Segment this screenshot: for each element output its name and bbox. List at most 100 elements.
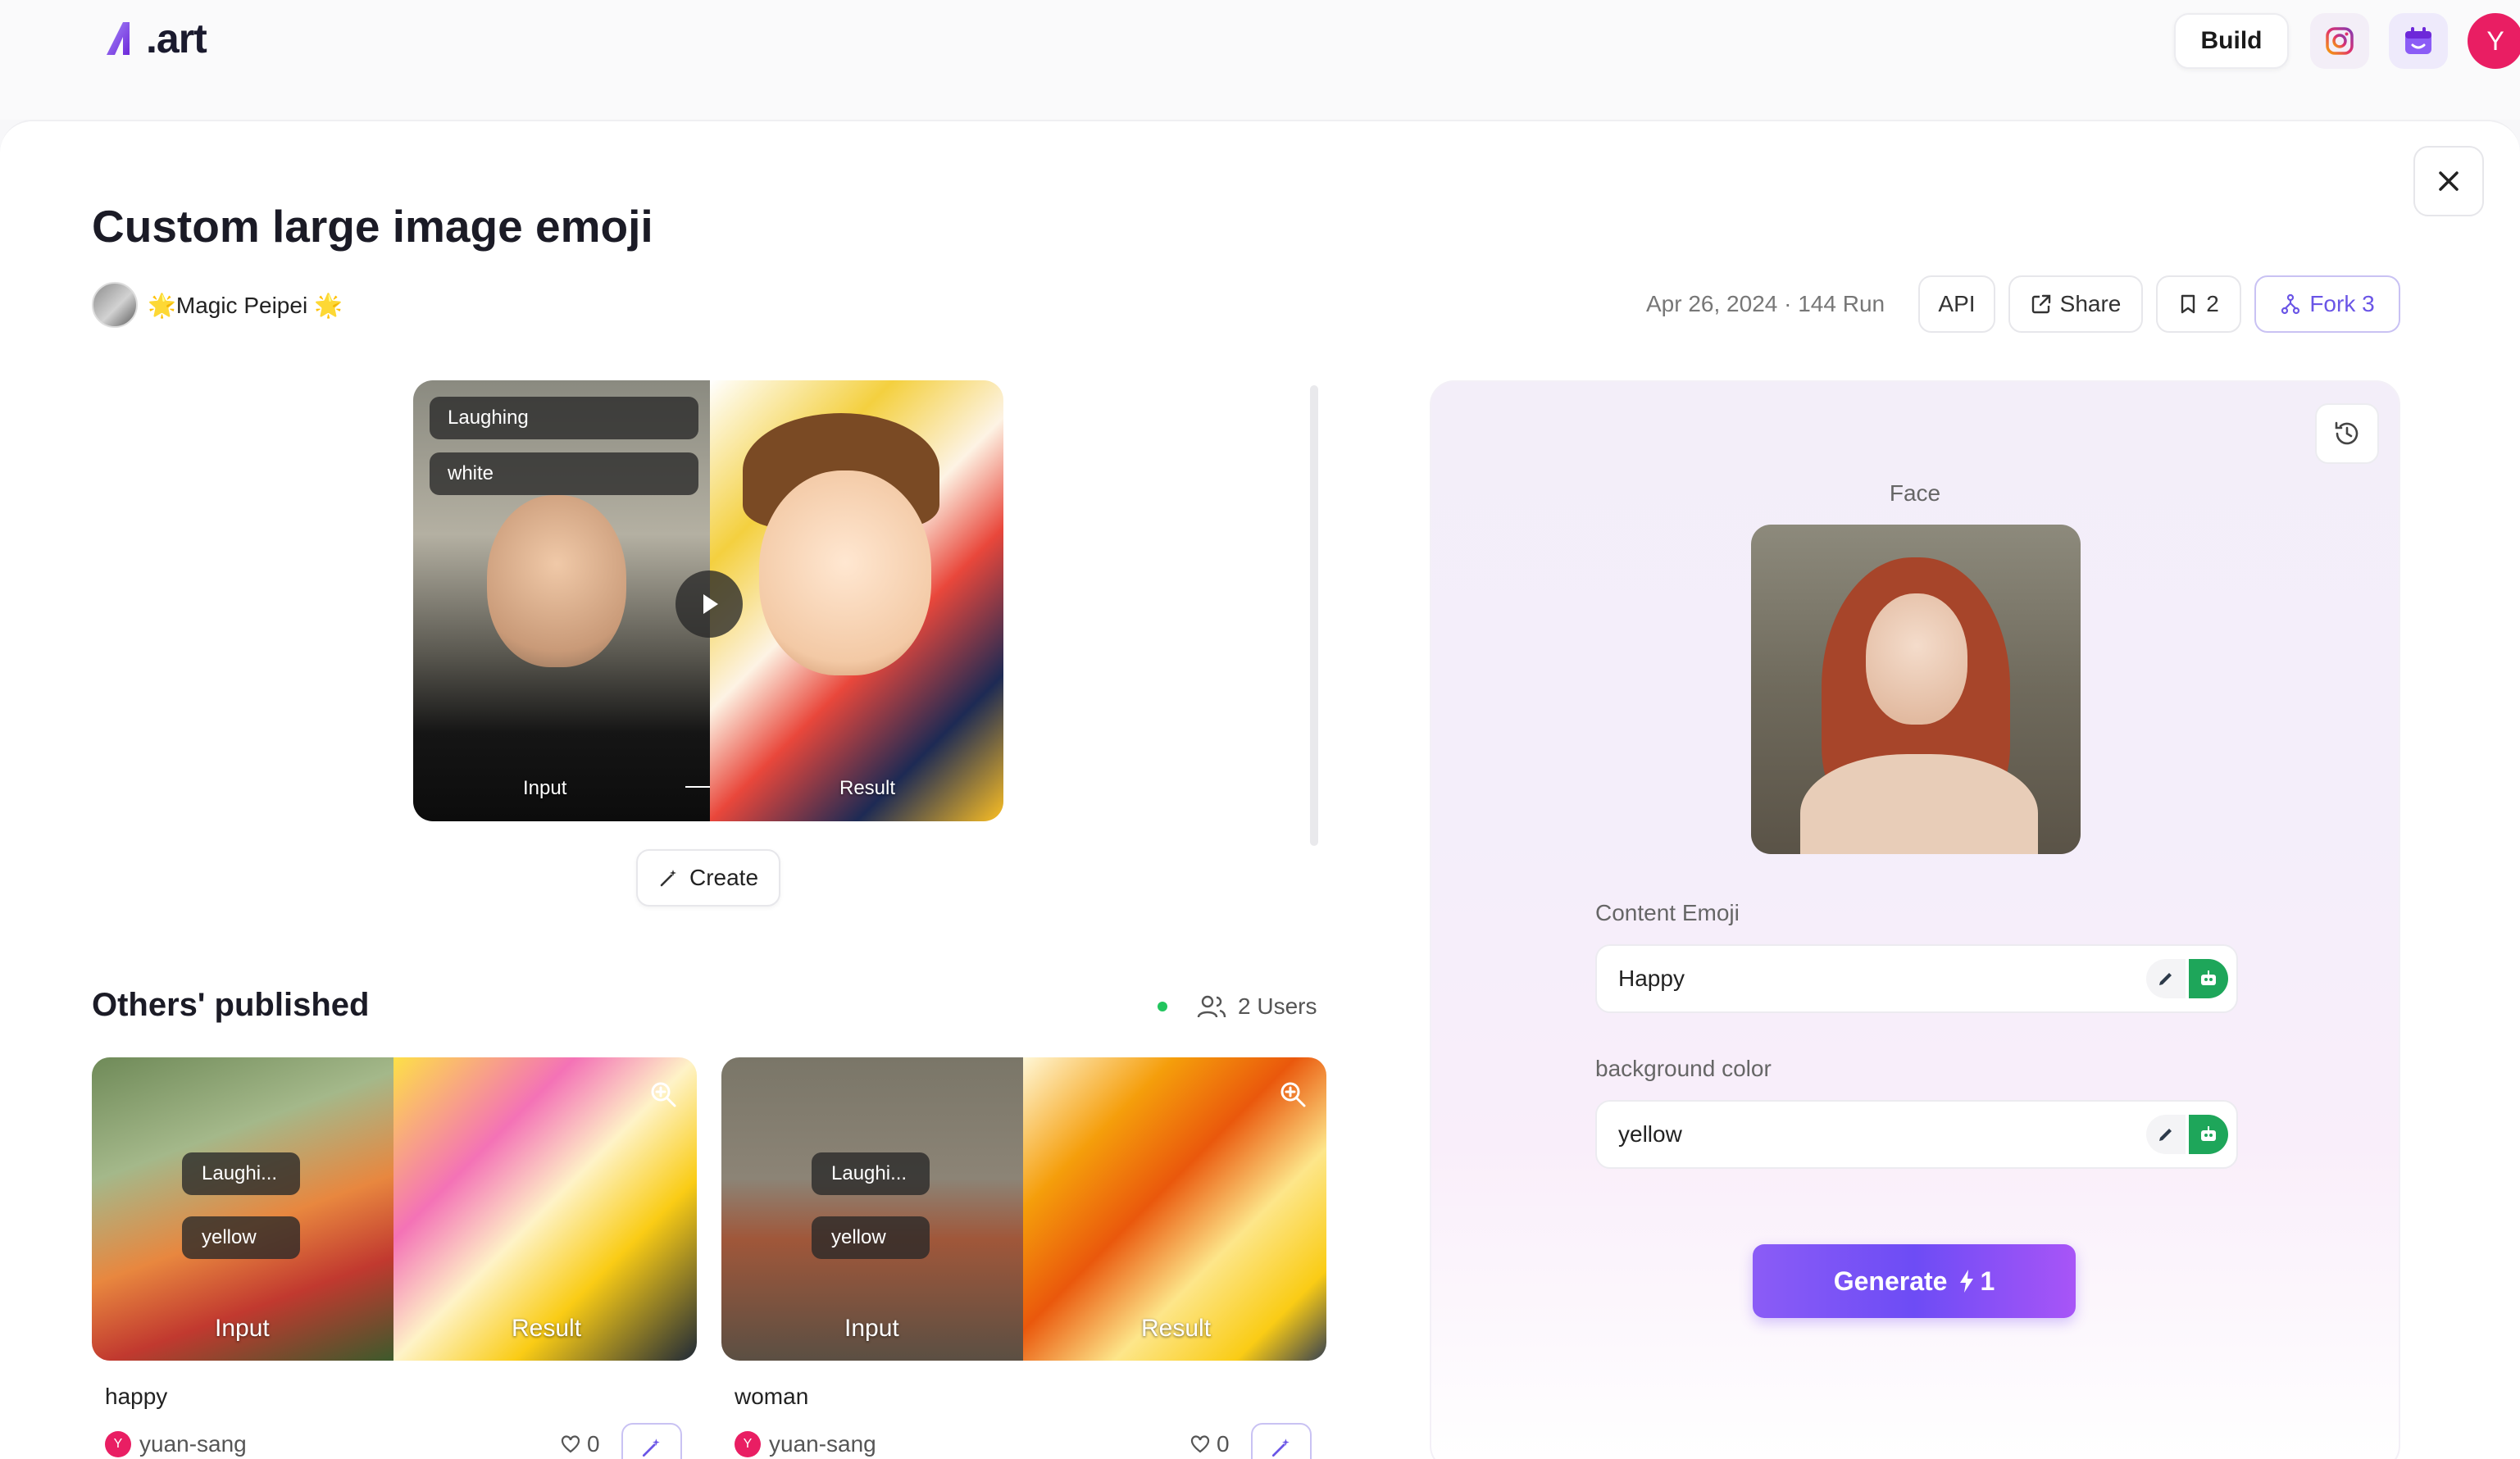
content-emoji-edit-button[interactable] — [2146, 959, 2186, 998]
bolt-icon — [1960, 1270, 1974, 1293]
calendar-icon — [2405, 27, 2431, 54]
bookmark-count: 2 — [2206, 291, 2219, 316]
app-meta: Apr 26, 2024 · 144 Run — [1646, 291, 1885, 316]
zoom-icon[interactable] — [649, 1080, 677, 1108]
api-button[interactable]: API — [1918, 275, 1995, 333]
published-2-result-image: Result — [1023, 1057, 1326, 1361]
published-1-input-label: Input — [215, 1315, 270, 1342]
fork-label: Fork 3 — [2309, 291, 2375, 316]
published-2-tag-emotion: Laughi... — [812, 1152, 930, 1195]
share-button[interactable]: Share — [2008, 275, 2143, 333]
published-2-user-avatar: Y — [735, 1431, 761, 1457]
bookmark-button[interactable]: 2 — [2156, 275, 2241, 333]
fork-icon — [2281, 293, 2300, 315]
history-button[interactable] — [2315, 403, 2379, 464]
published-1-result-image: Result — [393, 1057, 697, 1361]
published-1-tag-emotion: Laughi... — [182, 1152, 300, 1195]
background-color-edit-button[interactable] — [2146, 1115, 2186, 1154]
published-card-2[interactable]: Laughi... yellow Input Result — [721, 1057, 1326, 1361]
play-icon — [703, 594, 718, 614]
zoom-icon[interactable] — [1279, 1080, 1307, 1108]
content-emoji-input[interactable]: Happy — [1595, 944, 2238, 1013]
author[interactable]: 🌟Magic Peipei 🌟 — [92, 282, 343, 328]
generate-label: Generate — [1833, 1266, 1948, 1296]
background-color-input[interactable]: yellow — [1595, 1100, 2238, 1169]
published-2-create-button[interactable] — [1251, 1423, 1312, 1459]
generate-button[interactable]: Generate 1 — [1753, 1244, 2076, 1318]
run-form-panel: Face Content Emoji Happy background colo… — [1430, 380, 2400, 1459]
content-emoji-value: Happy — [1618, 966, 1685, 991]
published-1-likes-count: 0 — [587, 1431, 600, 1457]
create-label: Create — [689, 865, 759, 890]
generate-cost: 1 — [1980, 1266, 1995, 1296]
published-2-user[interactable]: Y yuan-sang — [735, 1431, 876, 1457]
preview-tag-color: white — [430, 452, 698, 495]
logo-text: .art — [146, 16, 207, 61]
top-bar: .art Build Y — [0, 0, 2520, 120]
result-face — [759, 470, 931, 675]
face-body — [1800, 754, 2038, 854]
published-2-likes[interactable]: 0 — [1190, 1431, 1230, 1457]
published-1-input-image: Laughi... yellow Input — [92, 1057, 393, 1361]
instagram-icon — [2326, 27, 2354, 55]
published-2-tag-color: yellow — [812, 1216, 930, 1259]
instagram-button[interactable] — [2310, 13, 2369, 69]
published-1-user-name: yuan-sang — [139, 1431, 247, 1457]
published-1-result-label: Result — [512, 1315, 582, 1342]
preview-input-label: Input — [523, 777, 567, 799]
published-2-likes-count: 0 — [1217, 1431, 1230, 1457]
pen-icon — [2159, 1129, 2172, 1141]
content-emoji-ai-button[interactable] — [2189, 959, 2228, 998]
share-icon — [2031, 294, 2050, 314]
robot-icon — [2201, 1126, 2216, 1141]
wand-icon — [660, 870, 676, 887]
preview-result-image: Result — [710, 380, 1003, 821]
close-button[interactable] — [2413, 146, 2484, 216]
published-1-name: happy — [105, 1384, 168, 1409]
logo-icon — [107, 22, 130, 55]
history-icon — [2335, 421, 2359, 445]
preview-scrollbar[interactable] — [1310, 385, 1318, 846]
share-label: Share — [2059, 291, 2122, 316]
author-name: 🌟Magic Peipei 🌟 — [148, 292, 343, 318]
close-icon — [2439, 171, 2459, 191]
published-1-user[interactable]: Y yuan-sang — [105, 1431, 247, 1457]
heart-icon — [561, 1435, 580, 1453]
published-card-1[interactable]: Laughi... yellow Input Result — [92, 1057, 697, 1361]
calendar-button[interactable] — [2389, 13, 2448, 69]
published-2-user-name: yuan-sang — [769, 1431, 876, 1457]
face-upload-image[interactable] — [1751, 525, 2081, 854]
bookmark-icon — [2181, 294, 2195, 314]
online-dot — [1158, 1002, 1167, 1011]
logo[interactable]: .art — [102, 15, 207, 62]
build-button[interactable]: Build — [2174, 13, 2289, 69]
face-label: Face — [1889, 480, 1941, 506]
heart-icon — [1190, 1435, 1210, 1453]
published-2-result-label: Result — [1141, 1315, 1212, 1342]
published-2-name: woman — [735, 1384, 809, 1409]
content-emoji-label: Content Emoji — [1595, 900, 1740, 925]
create-button[interactable]: Create — [636, 849, 780, 907]
wand-icon — [1271, 1439, 1290, 1457]
wand-icon — [642, 1439, 660, 1457]
background-color-ai-button[interactable] — [2189, 1115, 2228, 1154]
user-avatar[interactable]: Y — [2468, 13, 2520, 69]
published-2-input-label: Input — [844, 1315, 899, 1342]
published-1-likes[interactable]: 0 — [561, 1431, 600, 1457]
input-face — [487, 495, 626, 667]
published-1-tag-color: yellow — [182, 1216, 300, 1259]
page-title: Custom large image emoji — [92, 201, 653, 252]
published-1-create-button[interactable] — [621, 1423, 682, 1459]
api-label: API — [1938, 291, 1976, 316]
users-label: 2 Users — [1238, 993, 1317, 1019]
preview-tag-emotion: Laughing — [430, 397, 698, 439]
published-1-user-avatar: Y — [105, 1431, 131, 1457]
users-icon — [1197, 995, 1226, 1018]
background-color-label: background color — [1595, 1056, 1772, 1081]
background-color-tools — [2146, 1115, 2228, 1154]
face-face — [1866, 593, 1967, 725]
fork-button[interactable]: Fork 3 — [2254, 275, 2400, 333]
play-button[interactable] — [675, 570, 743, 638]
author-avatar — [92, 282, 138, 328]
robot-icon — [2201, 970, 2216, 985]
